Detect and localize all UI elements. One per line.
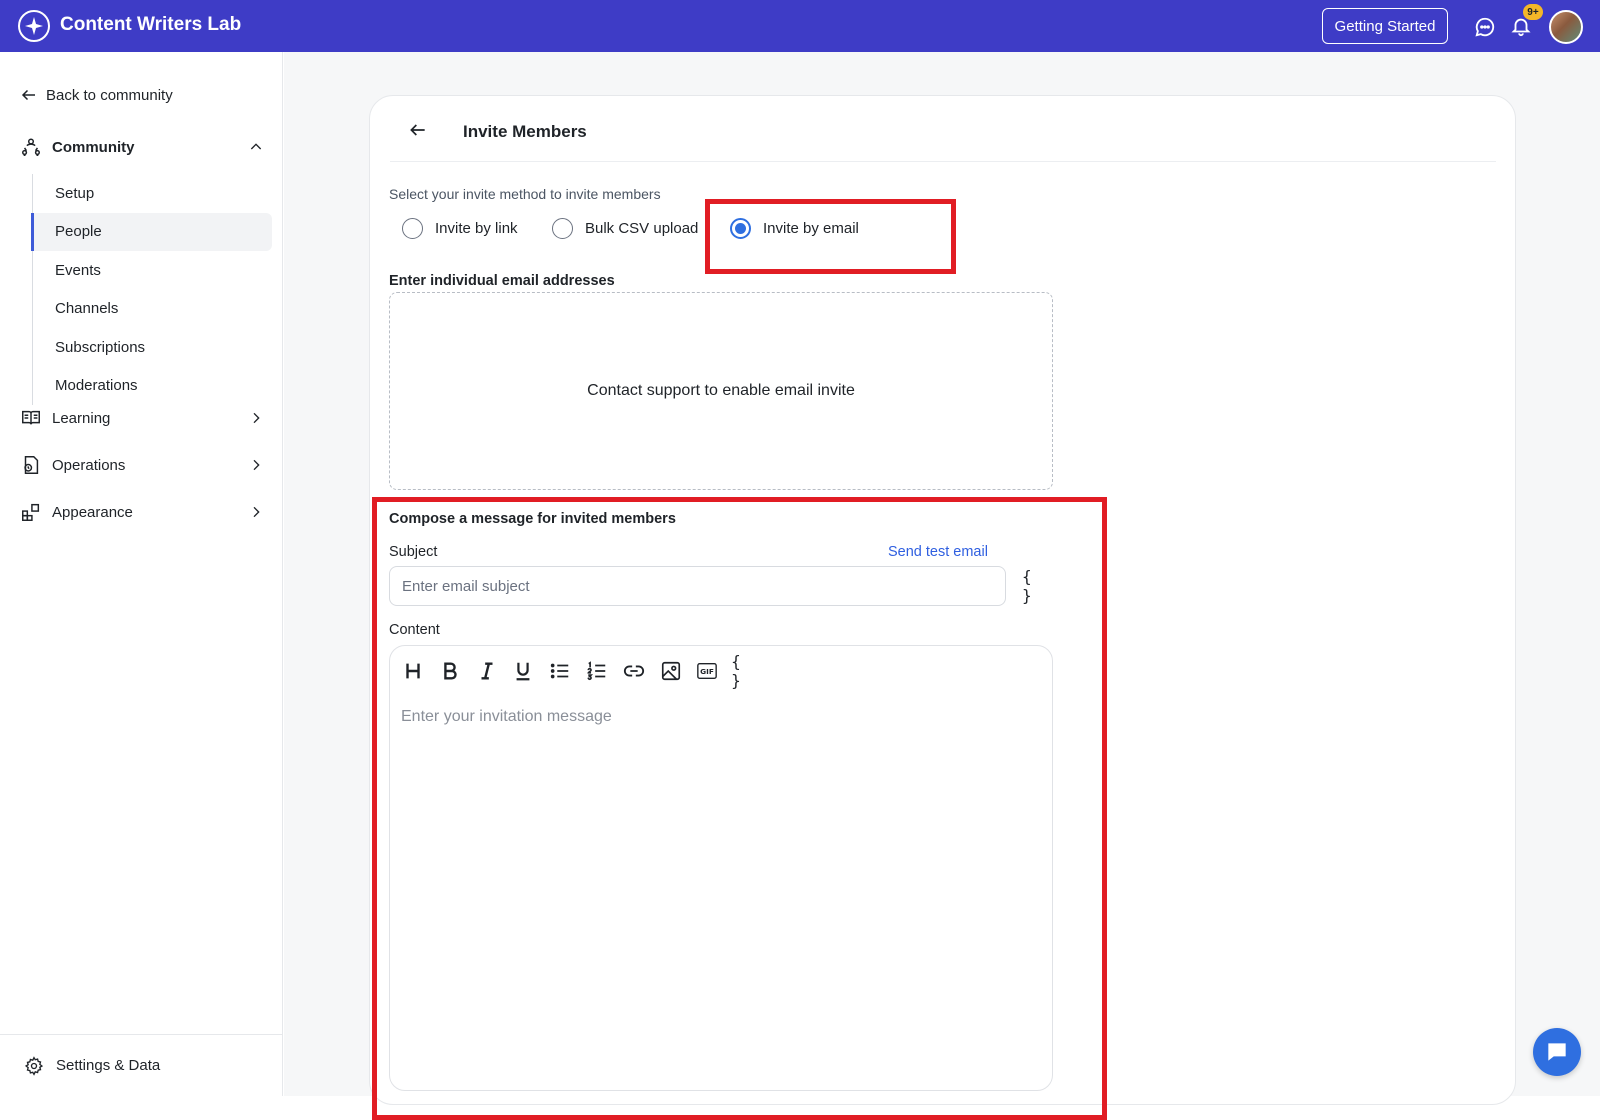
settings-data-label: Settings & Data	[56, 1057, 161, 1074]
heading-icon[interactable]	[400, 658, 426, 684]
community-sub-nav: Setup People Events Channels Subscriptio…	[31, 174, 272, 406]
operations-icon	[24, 456, 39, 474]
email-addresses-box: Contact support to enable email invite	[389, 292, 1053, 490]
sidebar-section-label: Operations	[52, 456, 126, 474]
back-to-community-label: Back to community	[46, 86, 173, 104]
page-title: Invite Members	[463, 122, 587, 141]
chat-bubble-icon	[1548, 1043, 1566, 1061]
invite-method-label: Invite by email	[763, 220, 859, 237]
svg-text:GIF: GIF	[701, 667, 715, 676]
radio-button[interactable]	[402, 218, 423, 239]
sidebar-section-learning[interactable]: Learning	[20, 407, 264, 429]
chevron-up-icon[interactable]	[248, 139, 264, 155]
content-label: Content	[389, 622, 440, 638]
brand-logo-icon[interactable]	[18, 10, 50, 42]
variables-icon[interactable]: { }	[731, 652, 757, 690]
invite-method-label: Invite by link	[435, 220, 518, 237]
invite-method-label: Bulk CSV upload	[585, 220, 699, 237]
chat-icon[interactable]	[1474, 16, 1496, 38]
link-icon[interactable]	[621, 658, 647, 684]
user-avatar[interactable]	[1549, 10, 1583, 44]
email-box-message: Contact support to enable email invite	[587, 382, 855, 399]
chevron-right-icon[interactable]	[248, 410, 264, 426]
appearance-icon	[22, 503, 40, 521]
sidebar-section-community[interactable]: Community	[20, 136, 264, 158]
invite-method-prompt: Select your invite method to invite memb…	[389, 186, 661, 202]
sidebar-item-moderations[interactable]: Moderations	[33, 367, 272, 406]
arrow-left-icon	[21, 89, 35, 101]
sidebar-item-subscriptions[interactable]: Subscriptions	[33, 328, 272, 367]
numbered-list-icon[interactable]	[584, 658, 610, 684]
send-test-email-link[interactable]: Send test email	[888, 544, 988, 560]
compose-message-label: Compose a message for invited members	[389, 511, 676, 527]
bold-icon[interactable]	[437, 658, 463, 684]
email-addresses-label: Enter individual email addresses	[389, 273, 615, 289]
sidebar-section-operations[interactable]: Operations	[20, 454, 264, 476]
book-icon	[22, 410, 40, 425]
arrow-left-icon[interactable]	[408, 120, 428, 140]
gif-icon[interactable]: GIF	[694, 658, 720, 684]
italic-icon[interactable]	[474, 658, 500, 684]
card-header: Invite Members	[390, 96, 1496, 162]
brand-name[interactable]: Content Writers Lab	[60, 14, 241, 36]
underline-icon[interactable]	[510, 658, 536, 684]
support-chat-button[interactable]	[1533, 1028, 1581, 1076]
sidebar-section-appearance[interactable]: Appearance	[20, 501, 264, 523]
sidebar-item-channels[interactable]: Channels	[33, 290, 272, 329]
invite-by-link-option[interactable]: Invite by link	[402, 218, 518, 239]
subject-label: Subject	[389, 544, 438, 560]
bulk-csv-upload-option[interactable]: Bulk CSV upload	[552, 218, 698, 239]
gear-icon	[24, 1055, 44, 1076]
sidebar-section-label: Community	[52, 138, 135, 156]
editor-toolbar: GIF { }	[400, 652, 768, 690]
getting-started-button[interactable]: Getting Started	[1322, 8, 1448, 44]
sidebar-item-events[interactable]: Events	[33, 251, 272, 290]
bullet-list-icon[interactable]	[547, 658, 573, 684]
settings-data-link[interactable]: Settings & Data	[0, 1034, 283, 1096]
chevron-right-icon[interactable]	[248, 504, 264, 520]
community-icon	[22, 138, 40, 156]
sidebar-item-setup[interactable]: Setup	[33, 174, 272, 213]
radio-button-selected[interactable]	[730, 218, 751, 239]
email-subject-input[interactable]	[389, 566, 1006, 606]
sidebar-section-label: Learning	[52, 409, 111, 427]
sidebar-section-label: Appearance	[52, 503, 133, 521]
chevron-right-icon[interactable]	[248, 457, 264, 473]
image-icon[interactable]	[658, 658, 684, 684]
notification-badge: 9+	[1523, 4, 1543, 20]
invite-by-email-option[interactable]: Invite by email	[730, 218, 859, 239]
editor-placeholder: Enter your invitation message	[401, 708, 612, 725]
variables-icon[interactable]: { }	[1022, 567, 1048, 605]
sidebar-item-people[interactable]: People	[31, 212, 272, 251]
back-to-community-link[interactable]: Back to community	[20, 86, 173, 104]
top-bar: Content Writers Lab Getting Started 9+	[0, 0, 1600, 52]
sidebar: Back to community Community Setup People…	[0, 52, 283, 1096]
message-editor[interactable]: GIF { } Enter your invitation message	[389, 645, 1053, 1091]
radio-button[interactable]	[552, 218, 573, 239]
